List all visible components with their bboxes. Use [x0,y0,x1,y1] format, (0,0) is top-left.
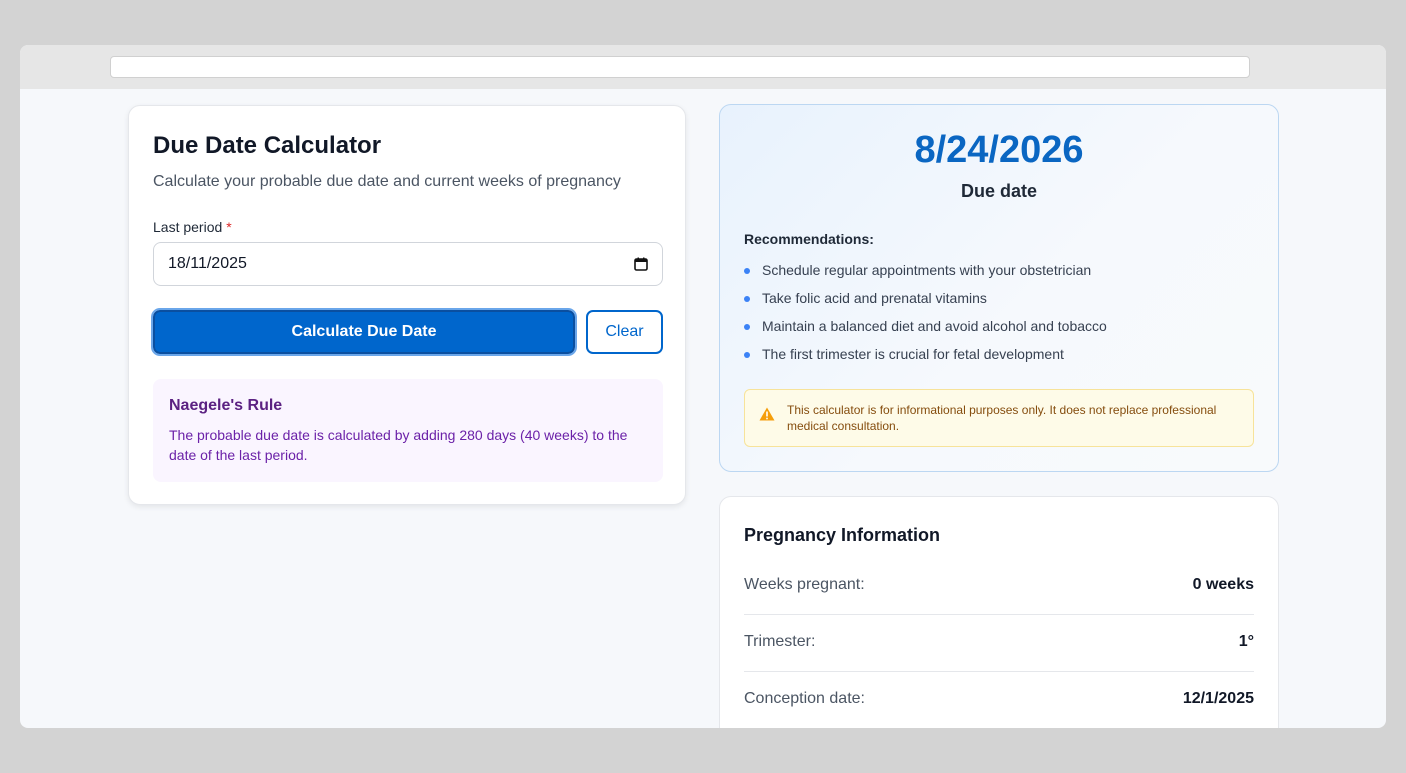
browser-window: Due Date Calculator Calculate your proba… [20,45,1386,728]
info-row-trimester: Trimester: 1° [744,615,1254,672]
recommendation-item: Maintain a balanced diet and avoid alcoh… [744,318,1107,346]
pregnancy-info-card: Pregnancy Information Weeks pregnant: 0 … [719,496,1279,728]
recommendation-item: Schedule regular appointments with your … [744,262,1107,290]
due-date-label: Due date [960,181,1038,201]
recommendation-item: The first trimester is crucial for fetal… [744,346,1107,374]
info-value: 0 weeks [1192,576,1254,593]
pregnancy-info-title: Pregnancy Information [744,525,941,545]
rule-title: Naegele's Rule [169,397,283,414]
address-bar[interactable] [110,56,1250,78]
disclaimer-box: This calculator is for informational pur… [744,389,1254,447]
calculator-card: Due Date Calculator Calculate your proba… [128,105,686,505]
info-value: 1° [1238,633,1254,650]
info-label: Weeks pregnant: [744,576,865,593]
calculate-due-date-button[interactable]: Calculate Due Date [151,308,577,356]
recommendations-list: Schedule regular appointments with your … [744,262,1107,374]
browser-toolbar [20,45,1386,89]
info-label: Conception date: [744,690,865,707]
warning-icon [759,407,775,426]
clear-button[interactable]: Clear [586,310,663,354]
last-period-label: Last period * [153,219,232,235]
last-period-value: 18/11/2025 [168,255,247,272]
calendar-icon[interactable] [634,257,648,271]
disclaimer-text: This calculator is for informational pur… [787,403,1217,433]
page-subtitle: Calculate your probable due date and cur… [153,173,621,190]
info-value: 12/1/2025 [1182,690,1254,707]
naegeles-rule-box: Naegele's Rule The probable due date is … [153,379,663,482]
recommendation-item: Take folic acid and prenatal vitamins [744,290,1107,318]
page-title: Due Date Calculator [153,132,382,159]
last-period-date-input[interactable]: 18/11/2025 [153,242,663,286]
required-marker: * [226,219,232,235]
recommendations-title: Recommendations: [744,231,874,247]
last-period-label-text: Last period [153,219,223,235]
info-label: Trimester: [744,633,816,650]
result-card: 8/24/2026 Due date Recommendations: Sche… [719,104,1279,472]
info-row-conception: Conception date: 12/1/2025 [744,672,1254,728]
rule-text: The probable due date is calculated by a… [169,427,628,463]
info-row-weeks: Weeks pregnant: 0 weeks [744,558,1254,615]
due-date-value: 8/24/2026 [914,129,1084,171]
